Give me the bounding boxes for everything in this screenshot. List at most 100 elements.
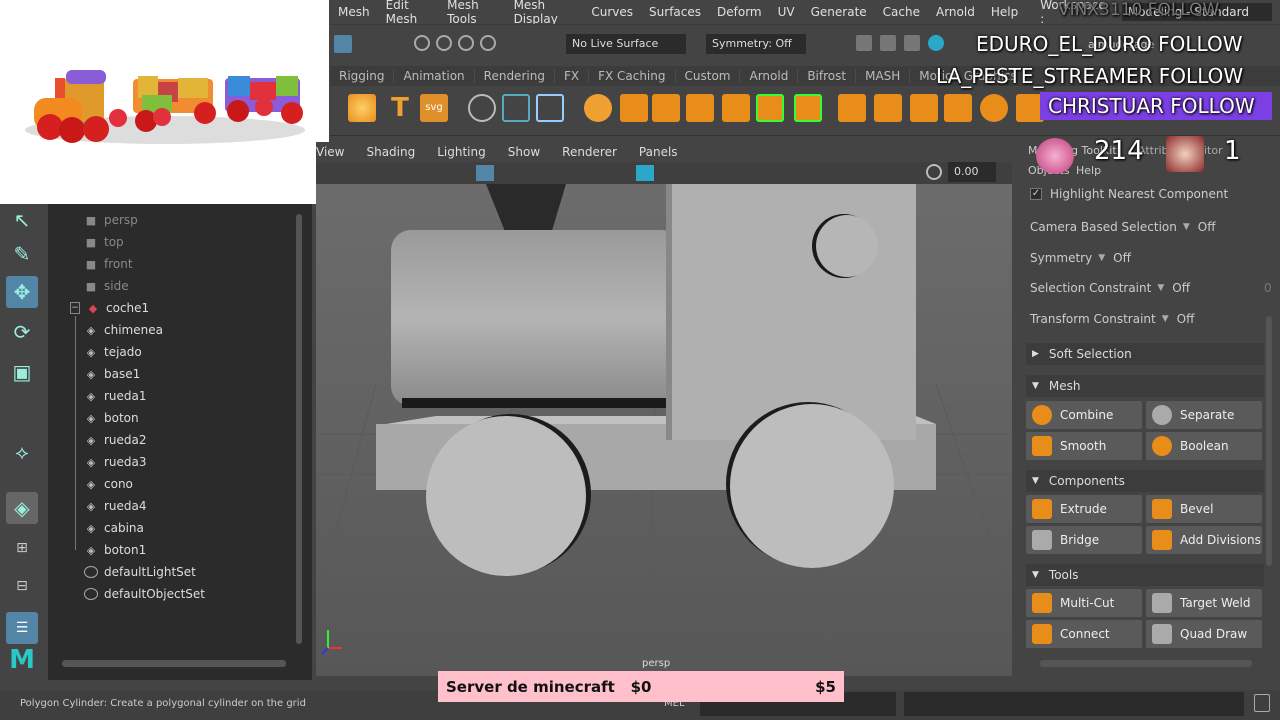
connect-button[interactable]: Connect <box>1026 620 1142 648</box>
outliner-item-cabina[interactable]: ◈ cabina <box>84 517 144 539</box>
rotate-tool-icon[interactable]: ⟳ <box>6 316 38 348</box>
outliner-item-front[interactable]: ■ front <box>84 253 133 275</box>
ipr-icon[interactable] <box>880 35 896 51</box>
outliner-item-defaultlightset[interactable]: defaultLightSet <box>84 561 196 583</box>
bridge-button[interactable]: Bridge <box>1026 526 1142 554</box>
tab-arnold[interactable]: Arnold <box>740 69 799 83</box>
rotate-icon[interactable] <box>756 94 784 122</box>
outliner-item-base1[interactable]: ◈ base1 <box>84 363 140 385</box>
render-icon[interactable] <box>856 35 872 51</box>
tab-animation[interactable]: Animation <box>394 69 475 83</box>
tab-bifrost[interactable]: Bifrost <box>798 69 857 83</box>
outliner-item-defaultobjectset[interactable]: defaultObjectSet <box>84 583 205 605</box>
outliner-vscrollbar[interactable] <box>296 214 302 644</box>
panel-hscrollbar[interactable] <box>1040 660 1252 667</box>
menu-mesh[interactable]: Mesh <box>338 5 370 19</box>
selection-constraint-row[interactable]: Selection Constraint ▼ Off 0 <box>1030 281 1272 295</box>
outliner-item-boton[interactable]: ◈ boton <box>84 407 139 429</box>
transform-constraint-row[interactable]: Transform Constraint ▼ Off <box>1030 312 1194 326</box>
rotate-alt-icon[interactable] <box>794 94 822 122</box>
highlight-nearest-row[interactable]: ✓ Highlight Nearest Component <box>1030 187 1228 201</box>
soft-selection-header[interactable]: ▶ Soft Selection <box>1026 343 1264 365</box>
menu-deform[interactable]: Deform <box>717 5 762 19</box>
tab-rigging[interactable]: Rigging <box>330 69 395 83</box>
symmetry-row[interactable]: Symmetry ▼ Off <box>1030 251 1131 265</box>
grid-icon[interactable] <box>686 94 714 122</box>
snap-grid-icon[interactable] <box>414 35 430 51</box>
grid-toggle-icon[interactable] <box>476 165 494 181</box>
exposure-icon[interactable] <box>926 164 942 180</box>
lasso-tool-icon[interactable]: ✎ <box>6 238 38 270</box>
snowflake-icon[interactable] <box>536 94 564 122</box>
outliner-item-top[interactable]: ■ top <box>84 231 124 253</box>
outliner-layout-icon[interactable]: ☰ <box>6 612 38 644</box>
vp-menu-panels[interactable]: Panels <box>639 145 678 159</box>
menu-cache[interactable]: Cache <box>883 5 920 19</box>
quad-draw-button[interactable]: Quad Draw <box>1146 620 1262 648</box>
layout-four-icon[interactable]: ⊞ <box>6 532 38 564</box>
menu-mesh-tools[interactable]: Mesh Tools <box>447 0 497 26</box>
last-tool-icon[interactable]: ⟡ <box>6 436 38 468</box>
checker-icon[interactable] <box>874 94 902 122</box>
tab-mash[interactable]: MASH <box>856 69 911 83</box>
snap-curve-icon[interactable] <box>436 35 452 51</box>
vp-menu-shading[interactable]: Shading <box>366 145 415 159</box>
vp-menu-show[interactable]: Show <box>508 145 540 159</box>
star-icon[interactable] <box>348 94 376 122</box>
snap-view-icon[interactable] <box>480 35 496 51</box>
outliner-item-rueda2[interactable]: ◈ rueda2 <box>84 429 147 451</box>
outliner-item-persp[interactable]: ■ persp <box>84 209 138 231</box>
exposure-field[interactable]: 0.00 <box>948 162 996 182</box>
outliner-item-cono[interactable]: ◈ cono <box>84 473 133 495</box>
vp-menu-lighting[interactable]: Lighting <box>437 145 486 159</box>
outliner-item-coche1[interactable]: − ◆ coche1 <box>70 297 149 319</box>
stairs-icon[interactable] <box>722 94 750 122</box>
outliner-hscrollbar[interactable] <box>62 660 286 667</box>
cylinder-icon[interactable] <box>652 94 680 122</box>
ball-icon[interactable] <box>980 94 1008 122</box>
menu-help[interactable]: Help <box>991 5 1018 19</box>
script-editor-icon[interactable] <box>1254 694 1270 712</box>
text-icon[interactable]: T <box>386 94 414 122</box>
outliner-item-rueda4[interactable]: ◈ rueda4 <box>84 495 147 517</box>
outliner-item-side[interactable]: ■ side <box>84 275 129 297</box>
extrude-button[interactable]: Extrude <box>1026 495 1142 523</box>
outliner-item-rueda3[interactable]: ◈ rueda3 <box>84 451 147 473</box>
checkbox-checked-icon[interactable]: ✓ <box>1030 188 1042 200</box>
tab-fx[interactable]: FX <box>555 69 590 83</box>
outliner-item-boton1[interactable]: ◈ boton1 <box>84 539 146 561</box>
menu-edit-mesh[interactable]: Edit Mesh <box>386 0 432 26</box>
measure-icon[interactable] <box>502 94 530 122</box>
components-section-header[interactable]: ▼ Components <box>1026 470 1264 492</box>
vp-menu-renderer[interactable]: Renderer <box>562 145 617 159</box>
layout-single-icon[interactable]: ◈ <box>6 492 38 524</box>
mesh-section-header[interactable]: ▼ Mesh <box>1026 375 1264 397</box>
hypershade-icon[interactable] <box>928 35 944 51</box>
snap-point-icon[interactable] <box>458 35 474 51</box>
tools-section-header[interactable]: ▼ Tools <box>1026 564 1264 586</box>
menu-curves[interactable]: Curves <box>591 5 633 19</box>
camera-based-selection-row[interactable]: Camera Based Selection ▼ Off <box>1030 220 1216 234</box>
target-weld-button[interactable]: Target Weld <box>1146 589 1262 617</box>
separate-button[interactable]: Separate <box>1146 401 1262 429</box>
select-tool-icon[interactable]: ↖ <box>6 204 38 236</box>
vp-menu-view[interactable]: View <box>316 145 344 159</box>
panel-vscrollbar[interactable] <box>1266 316 1272 566</box>
viewport-3d[interactable]: persp <box>316 184 1012 676</box>
outliner-item-rueda1[interactable]: ◈ rueda1 <box>84 385 147 407</box>
add-divisions-button[interactable]: Add Divisions <box>1146 526 1262 554</box>
multi-cut-button[interactable]: Multi-Cut <box>1026 589 1142 617</box>
combine-button[interactable]: Combine <box>1026 401 1142 429</box>
collapse-icon[interactable]: − <box>70 302 80 314</box>
menu-generate[interactable]: Generate <box>811 5 867 19</box>
shaded-icon[interactable] <box>636 165 654 181</box>
live-surface-field[interactable]: No Live Surface <box>566 34 686 54</box>
layout-split-icon[interactable]: ⊟ <box>6 570 38 602</box>
sweep-icon[interactable] <box>468 94 496 122</box>
box-icon[interactable] <box>910 94 938 122</box>
bevel-icon[interactable] <box>944 94 972 122</box>
tab-rendering[interactable]: Rendering <box>475 69 555 83</box>
extrude-icon[interactable] <box>838 94 866 122</box>
symmetry-field[interactable]: Symmetry: Off <box>706 34 806 54</box>
outliner-item-tejado[interactable]: ◈ tejado <box>84 341 142 363</box>
